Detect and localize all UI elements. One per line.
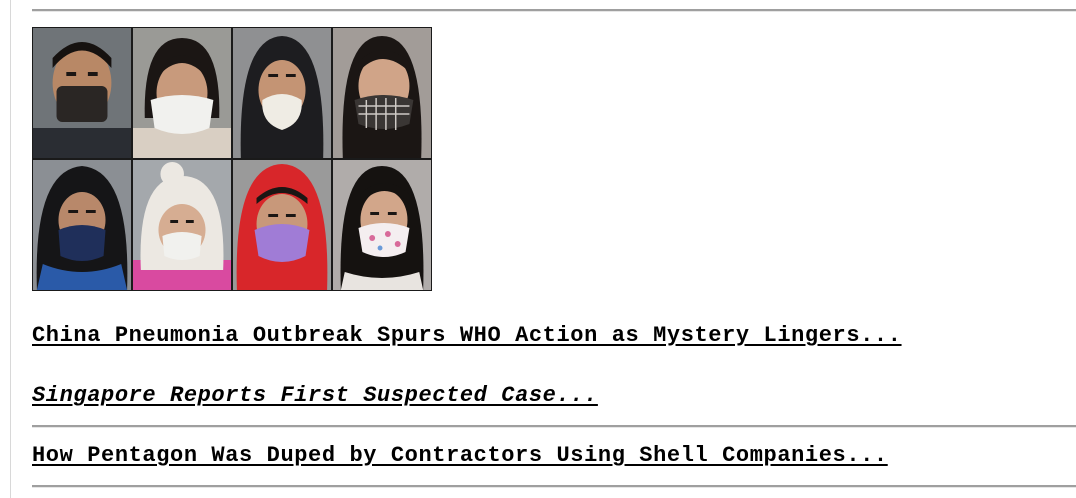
photo-tile-red-hood-purple-mask — [233, 160, 331, 290]
top-divider — [32, 9, 1076, 12]
photo-tile-patterned-mask — [333, 28, 431, 158]
photo-tile-white-mask — [133, 28, 231, 158]
left-border — [10, 0, 11, 498]
photo-tile-child-hat — [133, 160, 231, 290]
photo-tile-dark-hood-mask — [33, 160, 131, 290]
middle-divider — [32, 425, 1076, 428]
bottom-divider — [32, 485, 1076, 488]
masked-faces-photo[interactable] — [32, 27, 432, 291]
headline-china-pneumonia-link[interactable]: China Pneumonia Outbreak Spurs WHO Actio… — [32, 323, 902, 348]
headline-pentagon-link[interactable]: How Pentagon Was Duped by Contractors Us… — [32, 443, 888, 468]
headline-singapore-link[interactable]: Singapore Reports First Suspected Case..… — [32, 383, 598, 408]
photo-tile-floral-mask — [333, 160, 431, 290]
photo-tile-man-black-mask — [33, 28, 131, 158]
photo-tile-hood-respirator — [233, 28, 331, 158]
